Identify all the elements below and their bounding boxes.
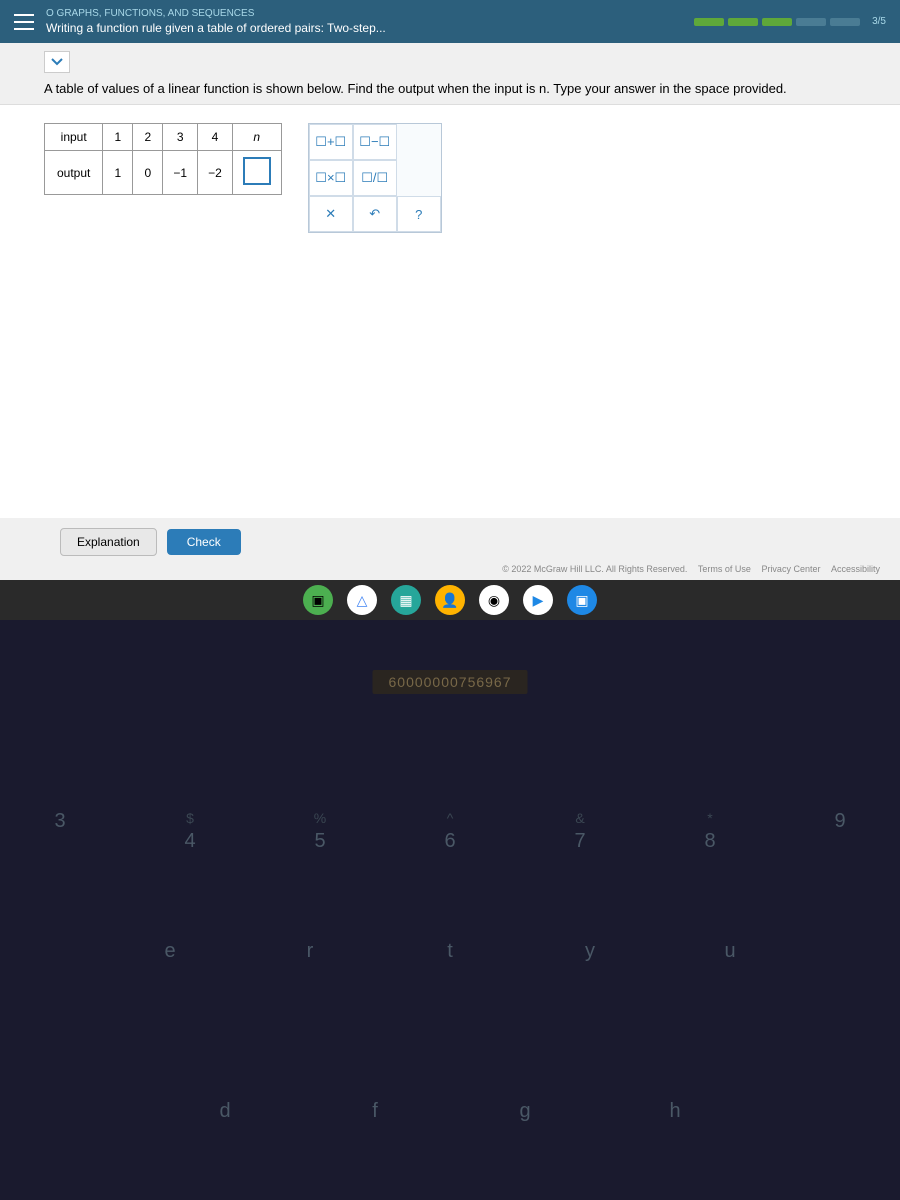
taskbar-app-3[interactable]: ▦ (391, 585, 421, 615)
barcode-label: 60000000756967 (372, 670, 527, 694)
row-label-input: input (45, 124, 103, 151)
taskbar-app-7[interactable]: ▣ (567, 585, 597, 615)
lesson-title: Writing a function rule given a table of… (46, 21, 386, 35)
check-button[interactable]: Check (167, 529, 241, 555)
taskbar-contacts-icon[interactable]: 👤 (435, 585, 465, 615)
palette-subtract[interactable]: ☐−☐ (353, 124, 397, 160)
palette-add[interactable]: ☐+☐ (309, 124, 353, 160)
question-dropdown[interactable] (44, 51, 70, 73)
privacy-link[interactable]: Privacy Center (761, 564, 820, 574)
score-label: 3/5 (872, 16, 886, 27)
os-taskbar: ▣ △ ▦ 👤 ◉ ▶ ▣ (0, 580, 900, 620)
answer-input[interactable] (243, 157, 271, 185)
app-header: O GRAPHS, FUNCTIONS, AND SEQUENCES Writi… (0, 0, 900, 43)
row-label-output: output (45, 151, 103, 195)
palette-clear[interactable]: ✕ (309, 196, 353, 232)
palette-help[interactable]: ? (397, 196, 441, 232)
taskbar-chrome-icon[interactable]: ◉ (479, 585, 509, 615)
palette-undo[interactable]: ↶ (353, 196, 397, 232)
values-table: input 1 2 3 4 n output 1 0 −1 −2 (44, 123, 282, 195)
taskbar-drive-icon[interactable]: △ (347, 585, 377, 615)
taskbar-play-icon[interactable]: ▶ (523, 585, 553, 615)
question-text: A table of values of a linear function i… (0, 73, 900, 105)
terms-link[interactable]: Terms of Use (698, 564, 751, 574)
explanation-button[interactable]: Explanation (60, 528, 157, 556)
palette-multiply[interactable]: ☐×☐ (309, 160, 353, 196)
menu-icon[interactable] (14, 14, 34, 30)
progress-bar: 3/5 (694, 16, 886, 27)
taskbar-app-1[interactable]: ▣ (303, 585, 333, 615)
math-palette: ☐+☐ ☐−☐ ☐×☐ ☐/☐ ✕ ↶ ? (308, 123, 442, 233)
accessibility-link[interactable]: Accessibility (831, 564, 880, 574)
footer-legal: © 2022 McGraw Hill LLC. All Rights Reser… (0, 562, 900, 580)
palette-fraction[interactable]: ☐/☐ (353, 160, 397, 196)
breadcrumb: O GRAPHS, FUNCTIONS, AND SEQUENCES (46, 8, 386, 19)
